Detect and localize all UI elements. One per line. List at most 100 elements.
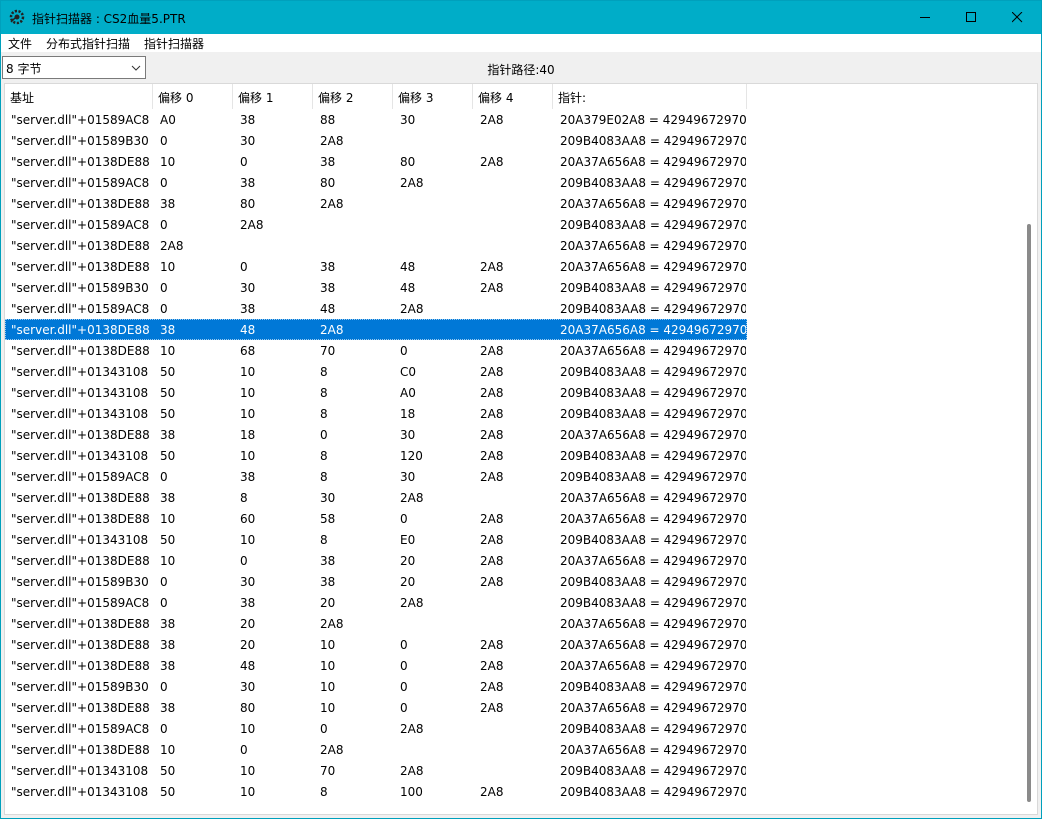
menu-bar: 文件 分布式指针扫描 指针扫描器 — [1, 34, 1041, 52]
cell-offset-4: 2A8 — [480, 407, 504, 421]
table-row[interactable]: "server.dll"+01589B30 0 30 38 48 2A8 209B4083A… — [5, 277, 747, 298]
menu-file[interactable]: 文件 — [8, 35, 32, 52]
table-row[interactable]: "server.dll"+0138DE88 38 48 2A8 20A37A656A8 … — [5, 319, 747, 340]
table-row[interactable]: "server.dll"+0138DE88 38 20 2A8 20A37A656A8 … — [5, 613, 747, 634]
table-row[interactable]: "server.dll"+0138DE88 38 20 10 0 2A8 20A37A656… — [5, 634, 747, 655]
table-row[interactable]: "server.dll"+01589B30 0 30 10 0 2A8 209B4083AA… — [5, 676, 747, 697]
column-header-offset-4[interactable]: 偏移 4 — [473, 84, 553, 109]
table-row[interactable]: "server.dll"+0138DE88 10 68 70 0 2A8 20A37A656… — [5, 340, 747, 361]
cell-offset-0: 50 — [160, 365, 176, 379]
cell-offset-0: 50 — [160, 533, 176, 547]
table-row[interactable]: "server.dll"+0138DE88 10 0 2A8 20A37A656A8 =… — [5, 739, 747, 760]
cell-pointer: 209B4083AA8 = 429496729700 — [560, 680, 746, 694]
table-row[interactable]: "server.dll"+01589AC8 0 38 8 30 2A8 209B4083AA… — [5, 466, 747, 487]
table-row[interactable]: "server.dll"+01589AC8 0 38 80 2A8 209B4083AA8… — [5, 172, 747, 193]
cell-base-address: "server.dll"+01343108 — [11, 365, 149, 379]
cell-offset-2: 70 — [320, 344, 336, 358]
table-row[interactable]: "server.dll"+0138DE88 38 18 0 30 2A8 20A37A656… — [5, 424, 747, 445]
table-row[interactable]: "server.dll"+0138DE88 10 0 38 20 2A8 20A37A656… — [5, 550, 747, 571]
cell-offset-1: 0 — [240, 260, 248, 274]
table-row[interactable]: "server.dll"+0138DE88 38 80 10 0 2A8 20A37A656… — [5, 697, 747, 718]
table-row[interactable]: "server.dll"+01343108 50 10 8 E0 2A8 209B4083A… — [5, 529, 747, 550]
cell-offset-2: 88 — [320, 113, 336, 127]
cell-base-address: "server.dll"+01589B30 — [11, 575, 149, 589]
menu-distributed-pointer-scan[interactable]: 分布式指针扫描 — [46, 35, 130, 52]
cell-offset-2: 80 — [320, 176, 336, 190]
column-header-offset-0[interactable]: 偏移 0 — [153, 84, 233, 109]
cell-offset-4: 2A8 — [480, 344, 504, 358]
cell-offset-4: 2A8 — [480, 449, 504, 463]
cell-offset-1: 10 — [240, 533, 256, 547]
title-bar[interactable]: 指针扫描器 : CS2血量5.PTR — [1, 1, 1041, 34]
table-row[interactable]: "server.dll"+0138DE88 38 80 2A8 20A37A656A8 … — [5, 193, 747, 214]
maximize-button[interactable] — [948, 1, 994, 34]
cell-offset-1: 38 — [240, 470, 256, 484]
cell-pointer: 20A37A656A8 = 429496729700 — [560, 617, 746, 631]
column-header-offset-1[interactable]: 偏移 1 — [233, 84, 313, 109]
table-row[interactable]: "server.dll"+0138DE88 10 0 38 80 2A8 20A37A656… — [5, 151, 747, 172]
table-row[interactable]: "server.dll"+01343108 50 10 8 100 2A8 209B4083… — [5, 781, 747, 802]
vertical-scrollbar[interactable] — [1022, 84, 1036, 814]
cell-pointer: 209B4083AA8 = 429496729700 — [560, 386, 746, 400]
cell-base-address: "server.dll"+0138DE88 — [11, 197, 150, 211]
table-row[interactable]: "server.dll"+01589B30 0 30 2A8 209B4083AA8 =… — [5, 130, 747, 151]
column-header-pointer[interactable]: 指针: — [553, 84, 747, 109]
table-row[interactable]: "server.dll"+0138DE88 38 8 30 2A8 20A37A656A8… — [5, 487, 747, 508]
cell-offset-3: 100 — [400, 785, 423, 799]
cell-offset-4: 2A8 — [480, 281, 504, 295]
table-row[interactable]: "server.dll"+01343108 50 10 8 120 2A8 209B4083… — [5, 445, 747, 466]
maximize-icon — [966, 12, 976, 22]
column-header-offset-3[interactable]: 偏移 3 — [393, 84, 473, 109]
cell-offset-4: 2A8 — [480, 428, 504, 442]
column-header-base-address[interactable]: 基址 — [5, 84, 153, 109]
table-row[interactable]: "server.dll"+01343108 50 10 8 A0 2A8 209B4083A… — [5, 382, 747, 403]
cell-offset-0: 0 — [160, 302, 168, 316]
pointer-results-list[interactable]: 基址 偏移 0 偏移 1 偏移 2 偏移 3 偏移 4 指针: "server.… — [4, 83, 1038, 815]
cell-pointer: 209B4083AA8 = 429496729700 — [560, 575, 746, 589]
table-row[interactable]: "server.dll"+0138DE88 10 60 58 0 2A8 20A37A656… — [5, 508, 747, 529]
cell-base-address: "server.dll"+0138DE88 — [11, 155, 150, 169]
cell-offset-1: 30 — [240, 281, 256, 295]
cell-offset-2: 2A8 — [320, 743, 344, 757]
cell-offset-2: 0 — [320, 428, 328, 442]
cell-base-address: "server.dll"+01589B30 — [11, 134, 149, 148]
cell-pointer: 209B4083AA8 = 429496729700 — [560, 785, 746, 799]
cell-pointer: 209B4083AA8 = 429496729700 — [560, 218, 746, 232]
cell-offset-0: 38 — [160, 617, 176, 631]
close-button[interactable] — [994, 1, 1040, 34]
table-row[interactable]: "server.dll"+01589AC8 0 38 48 2A8 209B4083AA8… — [5, 298, 747, 319]
cheat-engine-gear-icon — [8, 8, 26, 26]
table-row[interactable]: "server.dll"+01589AC8 0 38 20 2A8 209B4083AA8… — [5, 592, 747, 613]
cell-offset-2: 38 — [320, 575, 336, 589]
cell-offset-3: 2A8 — [400, 764, 424, 778]
table-row[interactable]: "server.dll"+01343108 50 10 70 2A8 209B4083AA… — [5, 760, 747, 781]
table-row[interactable]: "server.dll"+0138DE88 2A8 20A37A656A8 = 42… — [5, 235, 747, 256]
table-row[interactable]: "server.dll"+01589AC8 0 10 0 2A8 209B4083AA8 … — [5, 718, 747, 739]
scrollbar-thumb[interactable] — [1027, 224, 1031, 802]
table-row[interactable]: "server.dll"+0138DE88 38 48 10 0 2A8 20A37A656… — [5, 655, 747, 676]
cell-pointer: 20A37A656A8 = 429496729700 — [560, 659, 746, 673]
table-row[interactable]: "server.dll"+01589B30 0 30 38 20 2A8 209B4083A… — [5, 571, 747, 592]
cell-offset-4: 2A8 — [480, 260, 504, 274]
cell-offset-1: 20 — [240, 617, 256, 631]
cell-offset-2: 0 — [320, 722, 328, 736]
cell-base-address: "server.dll"+01343108 — [11, 449, 149, 463]
cell-offset-1: 48 — [240, 659, 256, 673]
table-row[interactable]: "server.dll"+01343108 50 10 8 C0 2A8 209B4083A… — [5, 361, 747, 382]
menu-pointer-scanner[interactable]: 指针扫描器 — [144, 35, 204, 52]
cell-base-address: "server.dll"+0138DE88 — [11, 260, 150, 274]
table-row[interactable]: "server.dll"+01343108 50 10 8 18 2A8 209B4083A… — [5, 403, 747, 424]
cell-base-address: "server.dll"+01589AC8 — [11, 596, 150, 610]
table-row[interactable]: "server.dll"+01589AC8 0 2A8 209B4083AA8 = 4… — [5, 214, 747, 235]
cell-pointer: 20A37A656A8 = 429496729700 — [560, 428, 746, 442]
cell-offset-0: 0 — [160, 134, 168, 148]
cell-base-address: "server.dll"+0138DE88 — [11, 428, 150, 442]
column-header-offset-2[interactable]: 偏移 2 — [313, 84, 393, 109]
minimize-button[interactable] — [902, 1, 948, 34]
table-row[interactable]: "server.dll"+01589AC8 A0 38 88 30 2A8 20A379E0… — [5, 109, 747, 130]
cell-pointer: 20A37A656A8 = 429496729700 — [560, 344, 746, 358]
table-row[interactable]: "server.dll"+0138DE88 10 0 38 48 2A8 20A37A656… — [5, 256, 747, 277]
cell-offset-0: 0 — [160, 218, 168, 232]
cell-offset-1: 10 — [240, 407, 256, 421]
cell-offset-1: 80 — [240, 197, 256, 211]
